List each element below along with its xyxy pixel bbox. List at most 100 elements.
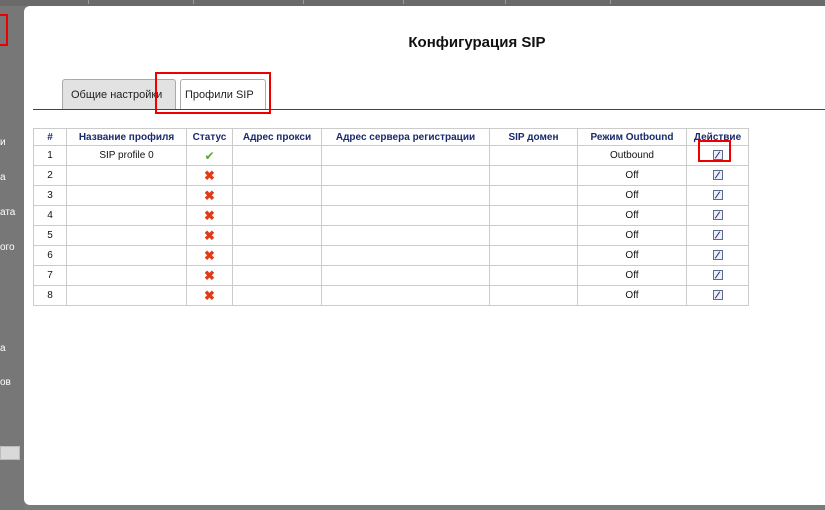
table-row: 5 ✖ Off <box>33 225 749 246</box>
sidebar-fragment: ов <box>0 377 11 388</box>
check-icon: ✔ <box>204 148 215 163</box>
cell-number: 4 <box>33 205 67 226</box>
edit-icon[interactable] <box>712 250 723 261</box>
cell-action <box>686 145 749 166</box>
sip-profiles-table: # Название профиля Статус Адрес прокси А… <box>33 128 749 306</box>
edit-icon[interactable] <box>712 150 723 161</box>
sidebar-fragment: ата <box>0 207 16 218</box>
background-sidebar: и а ата ого а ов <box>0 6 24 510</box>
sidebar-fragment: и <box>0 137 6 148</box>
col-header-number: # <box>33 128 67 146</box>
cell-registrar <box>321 205 490 226</box>
cell-registrar <box>321 145 490 166</box>
cell-status: ✖ <box>186 285 233 306</box>
cell-outbound: Off <box>577 285 687 306</box>
cell-status: ✖ <box>186 165 233 186</box>
cell-proxy <box>232 185 322 206</box>
cell-sip-domain <box>489 205 578 226</box>
cross-icon: ✖ <box>204 187 215 203</box>
table-row: 4 ✖ Off <box>33 205 749 226</box>
col-header-status: Статус <box>186 128 233 146</box>
cell-proxy <box>232 165 322 186</box>
sidebar-fragment: ого <box>0 242 15 253</box>
cell-status: ✖ <box>186 225 233 246</box>
cell-outbound: Off <box>577 185 687 206</box>
cross-icon: ✖ <box>204 247 215 263</box>
table-row: 6 ✖ Off <box>33 245 749 266</box>
cell-status: ✖ <box>186 185 233 206</box>
edit-icon[interactable] <box>712 170 723 181</box>
table-row: 8 ✖ Off <box>33 285 749 306</box>
cross-icon: ✖ <box>204 267 215 283</box>
cell-status: ✖ <box>186 205 233 226</box>
table-row: 2 ✖ Off <box>33 165 749 186</box>
edit-icon[interactable] <box>712 190 723 201</box>
cell-sip-domain <box>489 245 578 266</box>
cell-number: 1 <box>33 145 67 166</box>
cell-proxy <box>232 265 322 286</box>
table-row: 7 ✖ Off <box>33 265 749 286</box>
tab-general-settings[interactable]: Общие настройки <box>62 79 176 109</box>
table-header-row: # Название профиля Статус Адрес прокси А… <box>33 128 749 146</box>
cell-number: 8 <box>33 285 67 306</box>
edit-icon[interactable] <box>712 230 723 241</box>
cell-sip-domain <box>489 185 578 206</box>
cell-profile-name <box>66 225 187 246</box>
cross-icon: ✖ <box>204 287 215 303</box>
col-header-action: Действие <box>686 128 749 146</box>
sidebar-fragment: а <box>0 343 6 354</box>
cell-outbound: Off <box>577 205 687 226</box>
cell-sip-domain <box>489 285 578 306</box>
col-header-outbound: Режим Outbound <box>577 128 687 146</box>
cell-outbound: Off <box>577 165 687 186</box>
cell-number: 2 <box>33 165 67 186</box>
edit-icon[interactable] <box>712 290 723 301</box>
tab-sip-profiles[interactable]: Профили SIP <box>180 79 266 109</box>
cell-profile-name <box>66 285 187 306</box>
table-row: 1 SIP profile 0 ✔ Outbound <box>33 145 749 166</box>
edit-icon[interactable] <box>712 210 723 221</box>
cell-proxy <box>232 145 322 166</box>
cell-action <box>686 245 749 266</box>
cell-action <box>686 185 749 206</box>
cell-number: 6 <box>33 245 67 266</box>
cell-sip-domain <box>489 265 578 286</box>
cell-profile-name <box>66 165 187 186</box>
cell-action <box>686 205 749 226</box>
cross-icon: ✖ <box>204 167 215 183</box>
col-header-registrar: Адрес сервера регистрации <box>321 128 490 146</box>
cell-registrar <box>321 245 490 266</box>
tab-divider <box>33 109 825 110</box>
sip-config-dialog: Конфигурация SIP Общие настройки Профили… <box>24 6 825 505</box>
col-header-proxy: Адрес прокси <box>232 128 322 146</box>
cell-profile-name <box>66 265 187 286</box>
background-highlight-box <box>0 14 8 46</box>
cell-registrar <box>321 185 490 206</box>
cell-proxy <box>232 245 322 266</box>
cell-registrar <box>321 225 490 246</box>
col-header-sip-domain: SIP домен <box>489 128 578 146</box>
cell-proxy <box>232 205 322 226</box>
cross-icon: ✖ <box>204 227 215 243</box>
cell-status: ✖ <box>186 245 233 266</box>
cell-registrar <box>321 265 490 286</box>
col-header-profile-name: Название профиля <box>66 128 187 146</box>
cell-profile-name <box>66 185 187 206</box>
cell-action <box>686 225 749 246</box>
cell-registrar <box>321 285 490 306</box>
cell-outbound: Outbound <box>577 145 687 166</box>
cell-number: 3 <box>33 185 67 206</box>
cell-sip-domain <box>489 145 578 166</box>
cell-proxy <box>232 225 322 246</box>
cell-action <box>686 165 749 186</box>
cell-action <box>686 265 749 286</box>
edit-icon[interactable] <box>712 270 723 281</box>
cell-status: ✔ <box>186 145 233 166</box>
cell-profile-name <box>66 245 187 266</box>
cell-sip-domain <box>489 225 578 246</box>
cell-sip-domain <box>489 165 578 186</box>
cell-profile-name <box>66 205 187 226</box>
background-button[interactable] <box>0 446 20 460</box>
dialog-title: Конфигурация SIP <box>408 34 546 51</box>
sidebar-fragment: а <box>0 172 6 183</box>
